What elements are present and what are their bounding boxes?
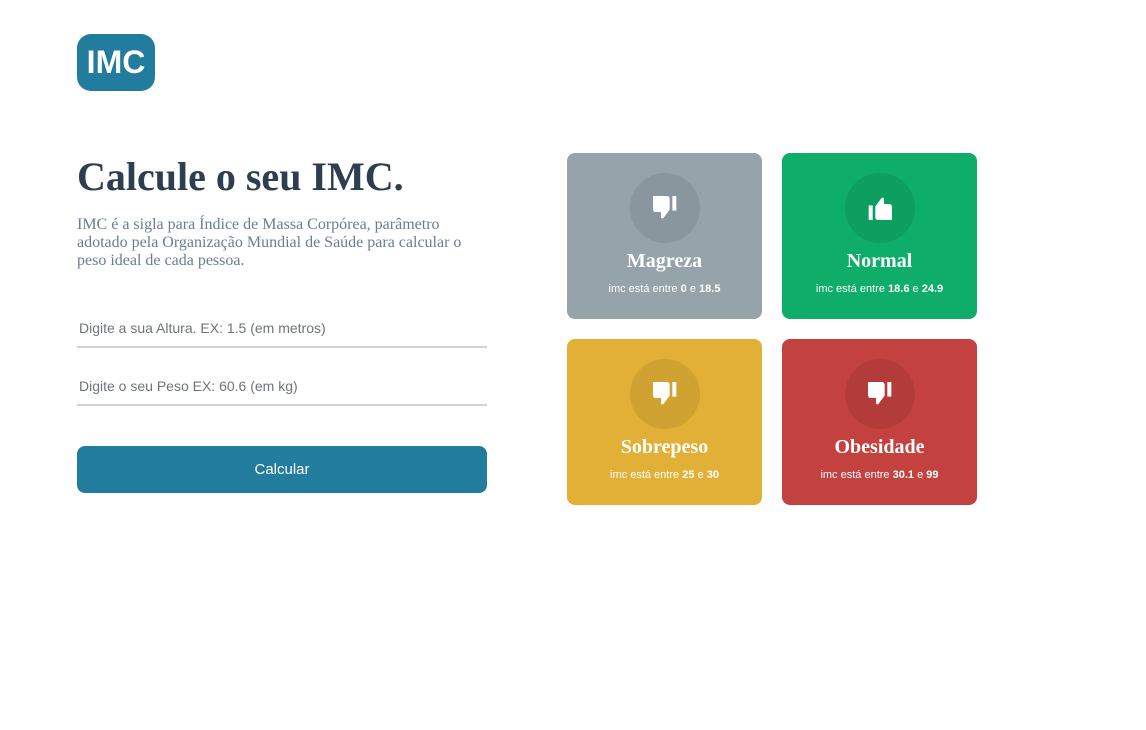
level-title: Obesidade <box>834 436 925 458</box>
thumbs-up-icon <box>844 173 915 243</box>
range-min: 30.1 <box>892 469 915 481</box>
range-min: 18.6 <box>888 283 910 295</box>
calculator-panel: Calcule o seu IMC. IMC é a sigla para Ín… <box>77 150 487 493</box>
level-range: imc está entre 0 e 18.5 <box>608 283 721 295</box>
calculate-button[interactable]: Calcular <box>77 446 487 493</box>
level-title: Magreza <box>626 250 703 272</box>
thumbs-down-icon <box>844 359 915 429</box>
range-max: 24.9 <box>921 283 944 295</box>
page-title: Calcule o seu IMC. <box>77 154 404 199</box>
range-max: 30 <box>706 469 719 481</box>
level-range: imc está entre 25 e 30 <box>610 469 719 481</box>
range-max: 99 <box>926 469 939 481</box>
page-description: IMC é a sigla para Índice de Massa Corpó… <box>77 216 462 269</box>
level-card-sobrepeso[interactable]: Sobrepeso imc está entre 25 e 30 <box>567 339 762 505</box>
range-max: 18.5 <box>699 283 721 295</box>
thumbs-down-icon <box>629 173 700 243</box>
imc-logo: IMC <box>77 34 155 91</box>
level-card-normal[interactable]: Normal imc está entre 18.6 e 24.9 <box>782 153 977 319</box>
range-min: 0 <box>680 283 687 295</box>
imc-level-grid: Magreza imc está entre 0 e 18.5 Normal i… <box>567 153 977 505</box>
level-title: Sobrepeso <box>620 436 709 458</box>
level-title: Normal <box>846 250 913 272</box>
level-card-obesidade[interactable]: Obesidade imc está entre 30.1 e 99 <box>782 339 977 505</box>
weight-input[interactable] <box>77 368 487 406</box>
range-min: 25 <box>682 469 695 481</box>
thumbs-down-icon <box>629 359 700 429</box>
level-range: imc está entre 30.1 e 99 <box>820 469 939 481</box>
height-input[interactable] <box>77 310 487 348</box>
level-range: imc está entre 18.6 e 24.9 <box>815 283 944 295</box>
level-card-magreza[interactable]: Magreza imc está entre 0 e 18.5 <box>567 153 762 319</box>
